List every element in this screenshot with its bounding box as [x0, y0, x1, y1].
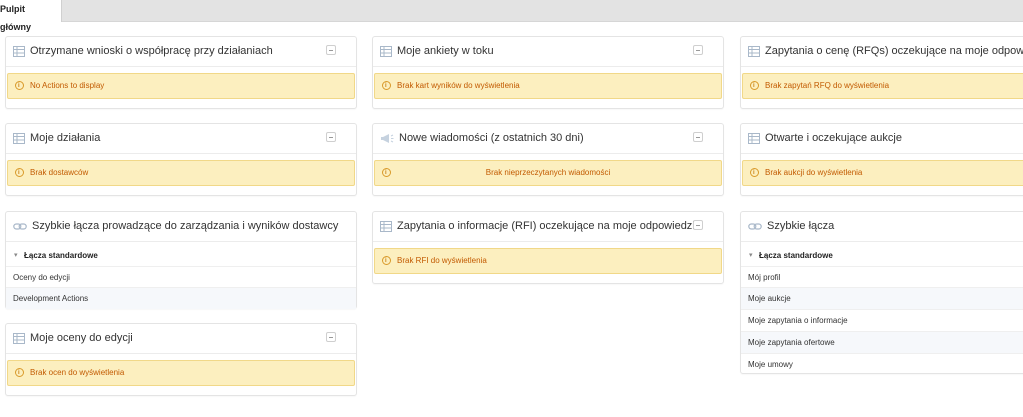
alert-text: No Actions to display — [30, 81, 105, 90]
panel-title: Szybkie łącza — [767, 220, 835, 232]
panel-title: Szybkie łącza prowadzące do zarządzania … — [32, 220, 339, 232]
megaphone-icon — [381, 134, 394, 143]
info-icon — [750, 161, 759, 185]
empty-alert: Brak RFI do wyświetlenia — [374, 248, 722, 274]
empty-alert: Brak aukcji do wyświetlenia — [742, 160, 1023, 186]
table-icon — [748, 46, 760, 57]
panel-header: Szybkie łącza — [741, 212, 1023, 242]
panel-my-surveys: Moje ankiety w toku Brak kart wyników do… — [372, 36, 724, 109]
panel-title: Moje ankiety w toku — [397, 45, 494, 57]
alert-text: Brak ocen do wyświetlenia — [30, 368, 125, 377]
collapse-icon[interactable] — [693, 45, 703, 55]
panel-rfi-pending: Zapytania o informacje (RFI) oczekujące … — [372, 211, 724, 284]
quick-link[interactable]: Moje aukcje — [741, 287, 1023, 309]
panel-my-ratings: Moje oceny do edycji Brak ocen do wyświe… — [5, 323, 357, 396]
panel-header: Otwarte i oczekujące aukcje — [741, 124, 1023, 154]
collapse-icon[interactable] — [693, 220, 703, 230]
info-icon — [382, 74, 391, 98]
table-icon — [13, 46, 25, 57]
panel-header: Szybkie łącza prowadzące do zarządzania … — [6, 212, 356, 242]
panel-supplier-quick-links: Szybkie łącza prowadzące do zarządzania … — [5, 211, 357, 309]
empty-alert: Brak kart wyników do wyświetlenia — [374, 73, 722, 99]
panel-title: Zapytania o informacje (RFI) oczekujące … — [397, 220, 695, 232]
empty-alert: No Actions to display — [7, 73, 355, 99]
alert-text: Brak RFI do wyświetlenia — [397, 256, 487, 265]
table-icon — [748, 133, 760, 144]
panel-header: Moje oceny do edycji — [6, 324, 356, 354]
panel-title: Moje działania — [30, 132, 101, 144]
panel-header: Nowe wiadomości (z ostatnich 30 dni) — [373, 124, 723, 154]
table-icon — [13, 133, 25, 144]
info-icon — [15, 161, 24, 185]
panel-title: Otrzymane wnioski o współpracę przy dzia… — [30, 45, 273, 57]
alert-text: Brak aukcji do wyświetlenia — [765, 168, 863, 177]
alert-text: Brak zapytań RFQ do wyświetlenia — [765, 81, 890, 90]
panel-header: Moje ankiety w toku — [373, 37, 723, 67]
info-icon — [382, 249, 391, 273]
info-icon — [750, 74, 759, 98]
panel-auctions: Otwarte i oczekujące aukcje Brak aukcji … — [740, 123, 1023, 196]
empty-alert: Brak ocen do wyświetlenia — [7, 360, 355, 386]
panel-my-actions: Moje działania Brak dostawców — [5, 123, 357, 196]
collapse-icon[interactable] — [326, 45, 336, 55]
quick-link[interactable]: Mój profil — [741, 266, 1023, 288]
panel-header: Otrzymane wnioski o współpracę przy dzia… — [6, 37, 356, 67]
info-icon — [15, 361, 24, 385]
panel-title: Zapytania o cenę (RFQs) oczekujące na mo… — [765, 45, 1023, 57]
alert-text: Brak dostawców — [30, 168, 89, 177]
panel-header: Moje działania — [6, 124, 356, 154]
panel-action-requests: Otrzymane wnioski o współpracę przy dzia… — [5, 36, 357, 109]
alert-text: Brak nieprzeczytanych wiadomości — [485, 168, 611, 177]
quick-link[interactable]: Moje umowy — [741, 353, 1023, 375]
link-icon — [748, 223, 762, 230]
table-icon — [380, 46, 392, 57]
collapse-icon[interactable] — [326, 132, 336, 142]
quick-link[interactable]: Moje zapytania ofertowe — [741, 331, 1023, 353]
panel-rfq-pending: Zapytania o cenę (RFQs) oczekujące na mo… — [740, 36, 1023, 109]
empty-alert: Brak dostawców — [7, 160, 355, 186]
quick-link[interactable]: Oceny do edycji — [6, 266, 356, 288]
alert-text: Brak kart wyników do wyświetlenia — [397, 81, 520, 90]
panel-title: Moje oceny do edycji — [30, 332, 133, 344]
panel-quick-links: Szybkie łącza Łącza standardowe Mój prof… — [740, 211, 1023, 374]
panel-new-messages: Nowe wiadomości (z ostatnich 30 dni) Bra… — [372, 123, 724, 196]
quick-link[interactable]: Moje zapytania o informacje — [741, 309, 1023, 331]
collapse-icon[interactable] — [326, 332, 336, 342]
quick-link[interactable]: Development Actions — [6, 287, 356, 309]
link-icon — [13, 223, 27, 230]
empty-alert: Brak zapytań RFQ do wyświetlenia — [742, 73, 1023, 99]
panel-header: Zapytania o cenę (RFQs) oczekujące na mo… — [741, 37, 1023, 67]
table-icon — [380, 221, 392, 232]
tab-bar: Pulpit główny — [0, 0, 1023, 32]
panel-title: Otwarte i oczekujące aukcje — [765, 132, 902, 144]
panel-title: Nowe wiadomości (z ostatnich 30 dni) — [399, 132, 584, 144]
info-icon — [15, 74, 24, 98]
panel-header: Zapytania o informacje (RFI) oczekujące … — [373, 212, 723, 242]
link-group-header[interactable]: Łącza standardowe — [741, 245, 1023, 267]
link-group-header[interactable]: Łącza standardowe — [6, 245, 356, 267]
empty-alert: Brak nieprzeczytanych wiadomości — [374, 160, 722, 186]
tab-main-dashboard[interactable]: Pulpit główny — [0, 0, 62, 32]
collapse-icon[interactable] — [693, 132, 703, 142]
table-icon — [13, 333, 25, 344]
